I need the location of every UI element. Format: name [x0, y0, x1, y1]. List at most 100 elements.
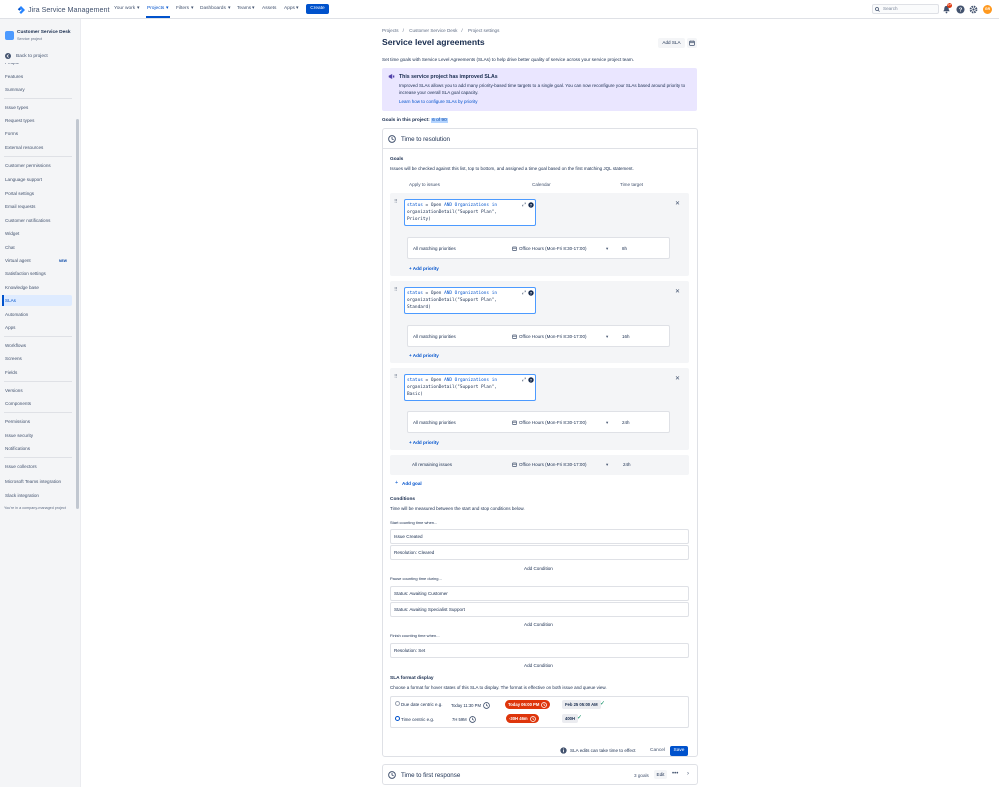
add-start-condition-button[interactable]: Add Condition	[524, 566, 553, 571]
add-finish-condition-button[interactable]: Add Condition	[524, 663, 553, 668]
save-button[interactable]: Save	[670, 746, 688, 756]
expand-editor-icon[interactable]: ⤢	[522, 377, 526, 383]
sidebar-item-summary[interactable]: Summary	[5, 87, 25, 92]
expand-editor-icon[interactable]: ⤢	[522, 202, 526, 208]
create-button[interactable]: Create	[306, 4, 329, 14]
calendar-select[interactable]: Office Hours (Mon-Fri 8:30-17:00)	[512, 462, 586, 467]
sidebar-item-workflows[interactable]: Workflows	[5, 343, 26, 348]
app-switcher-icon[interactable]	[6, 6, 14, 14]
time-centric-radio[interactable]	[395, 716, 400, 721]
due-date-radio[interactable]	[395, 701, 400, 706]
sidebar-item-customer-notifications[interactable]: Customer notifications	[5, 218, 50, 223]
drag-handle-icon[interactable]: ⠿	[394, 287, 398, 293]
finish-condition[interactable]: Resolution: Set	[390, 643, 689, 658]
sla-card-time-to-first-response[interactable]: Time to first response 3 goals Edit ••• …	[382, 764, 698, 785]
start-condition[interactable]: Resolution: Cleared	[390, 545, 689, 560]
search-input[interactable]: Search	[872, 4, 939, 14]
jql-editor[interactable]: status = Open AND Organizations in organ…	[404, 374, 536, 401]
pause-condition[interactable]: Status: Awaiting Specialist Support	[390, 602, 689, 617]
sidebar-item-customer-permissions[interactable]: Customer permissions	[5, 163, 51, 168]
time-target-input[interactable]: 8h	[622, 246, 627, 251]
pause-condition[interactable]: Status: Awaiting Customer	[390, 586, 689, 601]
sidebar-item-forms[interactable]: Forms	[5, 131, 18, 136]
add-sla-button[interactable]: Add SLA	[658, 38, 685, 48]
calendar-select[interactable]: Office Hours (Mon-Fri 8:30-17:00)	[512, 334, 586, 339]
time-target-input[interactable]: 24h	[623, 462, 631, 467]
sidebar-item-slas[interactable]: SLAs	[5, 298, 16, 303]
calendar-select[interactable]: Office Hours (Mon-Fri 8:30-17:00)	[512, 246, 586, 251]
sidebar-item-fields[interactable]: Fields	[5, 370, 17, 375]
back-to-project-link[interactable]: Back to project	[5, 53, 48, 59]
breadcrumb-project-settings[interactable]: Project settings	[468, 28, 499, 33]
jql-editor[interactable]: status = Open AND Organizations in organ…	[404, 287, 536, 314]
edit-sla-button[interactable]: Edit	[654, 770, 667, 779]
time-target-input[interactable]: 24h	[622, 420, 630, 425]
help-icon[interactable]: ?	[956, 5, 965, 14]
settings-gear-icon[interactable]	[969, 5, 978, 14]
sidebar-item-features[interactable]: Features	[5, 74, 23, 79]
sidebar-item-issue-security[interactable]: Issue security	[5, 433, 33, 438]
add-priority-link[interactable]: + Add priority	[409, 266, 439, 271]
sidebar-item-permissions[interactable]: Permissions	[5, 419, 30, 424]
add-goal-link[interactable]: Add goal	[402, 481, 422, 486]
sidebar-item-email-requests[interactable]: Email requests	[5, 204, 35, 209]
user-avatar[interactable]: GR	[983, 5, 992, 14]
nav-assets[interactable]: Assets	[262, 6, 276, 11]
sidebar-item-request-types[interactable]: Request types	[5, 118, 34, 123]
time-centric-example-text: 7H 59M	[452, 717, 467, 722]
goals-count-label: Goals in this project:	[382, 118, 430, 123]
sidebar-item-language-support[interactable]: Language support	[5, 177, 42, 182]
drag-handle-icon[interactable]: ⠿	[394, 374, 398, 380]
sla-card-header[interactable]: Time to resolution	[388, 135, 450, 143]
sidebar-item-people[interactable]: People	[5, 63, 19, 65]
sidebar-item-knowledge-base[interactable]: Knowledge base	[5, 285, 39, 290]
sidebar-item-issue-collectors[interactable]: Issue collectors	[5, 464, 37, 469]
sidebar-item-slack[interactable]: Slack integration	[5, 493, 39, 498]
chevron-right-icon[interactable]: ›	[687, 771, 689, 777]
nav-apps[interactable]: Apps	[284, 6, 295, 11]
banner-learn-more-link[interactable]: Learn how to configure SLAs by priority	[399, 99, 478, 104]
add-priority-link[interactable]: + Add priority	[409, 440, 439, 445]
product-logo[interactable]: Jira Service Management	[6, 5, 110, 14]
nav-your-work[interactable]: Your work	[114, 6, 135, 11]
sidebar-item-automation[interactable]: Automation	[5, 312, 28, 317]
time-target-input[interactable]: 16h	[622, 334, 630, 339]
cancel-button[interactable]: Cancel	[647, 746, 668, 756]
calendar-select[interactable]: Office Hours (Mon-Fri 8:30-17:00)	[512, 420, 586, 425]
sidebar-item-notifications[interactable]: Notifications	[5, 446, 30, 451]
sidebar-item-screens[interactable]: Screens	[5, 356, 22, 361]
drag-handle-icon[interactable]: ⠿	[394, 199, 398, 205]
jql-help-icon[interactable]: ?	[528, 202, 534, 208]
sidebar-item-components[interactable]: Components	[5, 401, 31, 406]
sidebar-item-portal-settings[interactable]: Portal settings	[5, 191, 34, 196]
priority-target-row: All matching priorities Office Hours (Mo…	[407, 237, 670, 259]
delete-goal-icon[interactable]: ✕	[675, 200, 680, 207]
delete-goal-icon[interactable]: ✕	[675, 288, 680, 295]
sidebar-scrollbar[interactable]	[76, 119, 79, 509]
breadcrumb-projects[interactable]: Projects	[382, 28, 399, 33]
sidebar-item-external-resources[interactable]: External resources	[5, 145, 43, 150]
sidebar-item-virtual-agent[interactable]: Virtual agent	[5, 258, 31, 263]
nav-filters[interactable]: Filters	[176, 6, 189, 11]
jql-help-icon[interactable]: ?	[528, 377, 534, 383]
sidebar-item-widget[interactable]: Widget	[5, 231, 19, 236]
nav-teams[interactable]: Teams	[237, 6, 251, 11]
start-condition[interactable]: Issue Created	[390, 529, 689, 544]
calendar-settings-button[interactable]	[687, 38, 697, 48]
sidebar-item-satisfaction-settings[interactable]: Satisfaction settings	[5, 271, 46, 276]
add-pause-condition-button[interactable]: Add Condition	[524, 622, 553, 627]
sidebar-item-microsoft-teams[interactable]: Microsoft Teams integration	[5, 479, 61, 484]
add-priority-link[interactable]: + Add priority	[409, 353, 439, 358]
sidebar-item-chat[interactable]: Chat	[5, 245, 15, 250]
sidebar-item-apps[interactable]: Apps	[5, 325, 15, 330]
nav-projects[interactable]: Projects	[147, 6, 164, 11]
jql-help-icon[interactable]: ?	[528, 290, 534, 296]
sidebar-item-issue-types[interactable]: Issue types	[5, 105, 28, 110]
sidebar-item-versions[interactable]: Versions	[5, 388, 23, 393]
nav-dashboards[interactable]: Dashboards	[200, 6, 226, 11]
breadcrumb-project[interactable]: Customer Service Desk	[409, 28, 457, 33]
expand-editor-icon[interactable]: ⤢	[522, 290, 526, 296]
delete-goal-icon[interactable]: ✕	[675, 375, 680, 382]
jql-editor[interactable]: status = Open AND Organizations in organ…	[404, 199, 536, 226]
more-actions-icon[interactable]: •••	[672, 771, 678, 777]
